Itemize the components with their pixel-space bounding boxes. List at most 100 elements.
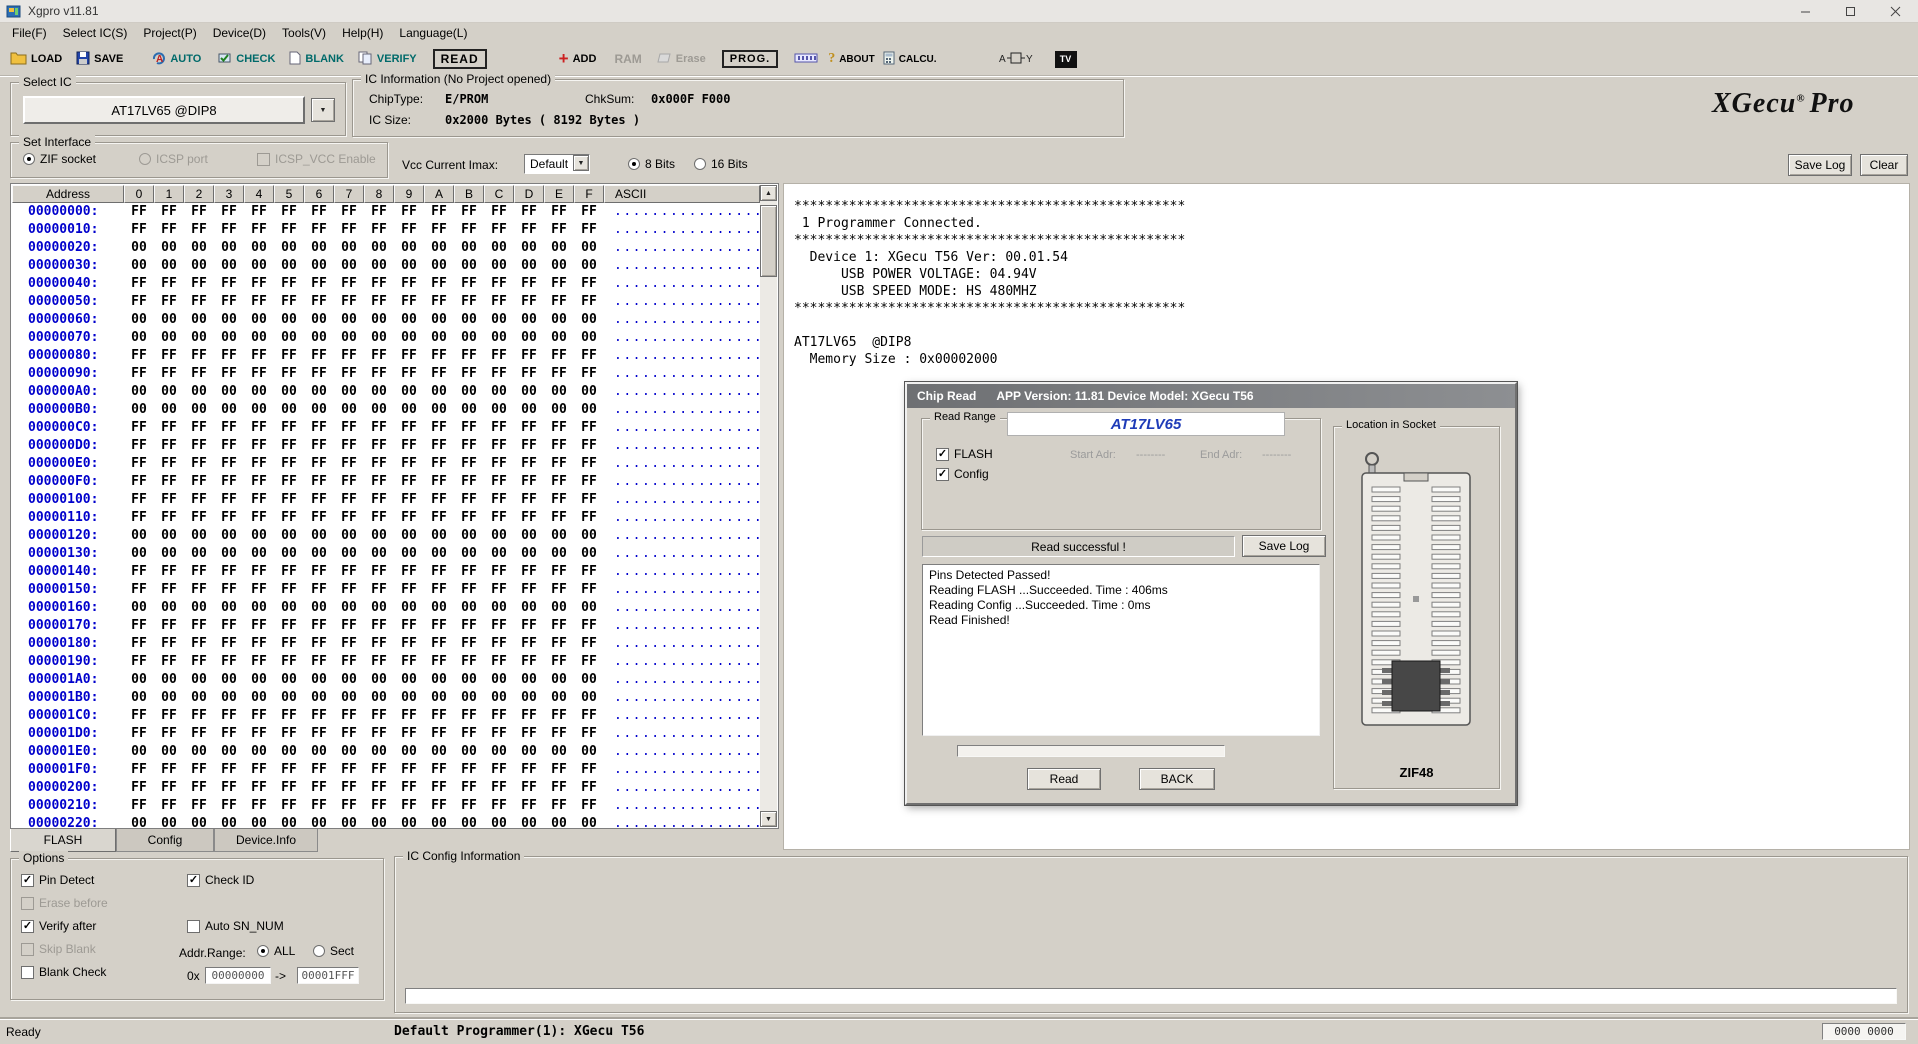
hex-byte-cell[interactable]: 00 [424, 383, 454, 401]
hex-byte-cell[interactable]: FF [454, 707, 484, 725]
hex-byte-cell[interactable]: 00 [484, 311, 514, 329]
hex-byte-cell[interactable]: 00 [364, 671, 394, 689]
hex-byte-cell[interactable]: FF [304, 797, 334, 815]
hex-byte-cell[interactable]: 00 [364, 527, 394, 545]
hex-row[interactable]: 000001B0:0000000000000000000000000000000… [12, 689, 760, 707]
hex-byte-cell[interactable]: 00 [424, 599, 454, 617]
hex-byte-cell[interactable]: FF [394, 437, 424, 455]
pin-header-button[interactable] [794, 50, 818, 68]
hex-byte-cell[interactable]: 00 [304, 527, 334, 545]
hex-byte-cell[interactable]: 00 [154, 239, 184, 257]
hex-row[interactable]: 00000100:FFFFFFFFFFFFFFFFFFFFFFFFFFFFFFF… [12, 491, 760, 509]
8-bits-radio[interactable]: 8 Bits [628, 157, 675, 171]
hex-byte-cell[interactable]: FF [394, 275, 424, 293]
hex-byte-cell[interactable]: FF [484, 473, 514, 491]
hex-byte-cell[interactable]: FF [454, 455, 484, 473]
hex-row[interactable]: 00000150:FFFFFFFFFFFFFFFFFFFFFFFFFFFFFFF… [12, 581, 760, 599]
hex-byte-cell[interactable]: FF [304, 203, 334, 221]
hex-byte-cell[interactable]: FF [154, 653, 184, 671]
hex-byte-cell[interactable]: FF [244, 653, 274, 671]
hex-byte-cell[interactable]: FF [424, 491, 454, 509]
hex-byte-cell[interactable]: FF [394, 779, 424, 797]
vcc-dropdown-arrow-icon[interactable]: ▼ [573, 155, 589, 171]
hex-byte-cell[interactable]: FF [214, 563, 244, 581]
clear-button[interactable]: Clear [1860, 154, 1908, 176]
hex-byte-cell[interactable]: FF [274, 707, 304, 725]
hex-row[interactable]: 00000060:0000000000000000000000000000000… [12, 311, 760, 329]
hex-byte-cell[interactable]: FF [154, 347, 184, 365]
hex-byte-cell[interactable]: FF [214, 509, 244, 527]
hex-byte-cell[interactable]: FF [124, 203, 154, 221]
hex-byte-cell[interactable]: 00 [244, 815, 274, 827]
hex-byte-cell[interactable]: 00 [544, 527, 574, 545]
auto-button[interactable]: A AUTO [151, 51, 201, 68]
hex-byte-cell[interactable]: 00 [214, 545, 244, 563]
hex-byte-cell[interactable]: FF [424, 725, 454, 743]
hex-byte-cell[interactable]: 00 [424, 401, 454, 419]
hex-byte-cell[interactable]: 00 [394, 689, 424, 707]
hex-byte-cell[interactable]: FF [424, 779, 454, 797]
hex-byte-cell[interactable]: FF [184, 473, 214, 491]
hex-byte-cell[interactable]: FF [514, 797, 544, 815]
hex-byte-cell[interactable]: FF [484, 797, 514, 815]
hex-byte-cell[interactable]: 00 [274, 545, 304, 563]
hex-byte-cell[interactable]: FF [574, 275, 604, 293]
hex-byte-cell[interactable]: 00 [334, 239, 364, 257]
hex-byte-cell[interactable]: 00 [514, 671, 544, 689]
hex-byte-cell[interactable]: 00 [124, 311, 154, 329]
hex-row[interactable]: 000000B0:0000000000000000000000000000000… [12, 401, 760, 419]
hex-byte-cell[interactable]: FF [184, 293, 214, 311]
scroll-up-icon[interactable]: ▲ [760, 185, 777, 201]
hex-byte-cell[interactable]: 00 [574, 527, 604, 545]
hex-byte-cell[interactable]: FF [214, 707, 244, 725]
hex-byte-cell[interactable]: FF [124, 455, 154, 473]
hex-row[interactable]: 00000090:FFFFFFFFFFFFFFFFFFFFFFFFFFFFFFF… [12, 365, 760, 383]
hex-byte-cell[interactable]: FF [184, 509, 214, 527]
hex-byte-cell[interactable]: 00 [304, 815, 334, 827]
hex-byte-cell[interactable]: 00 [574, 689, 604, 707]
hex-byte-cell[interactable]: FF [124, 293, 154, 311]
hex-byte-cell[interactable]: FF [274, 725, 304, 743]
hex-byte-cell[interactable]: FF [514, 779, 544, 797]
menu-item[interactable]: File(F) [4, 24, 55, 42]
hex-byte-cell[interactable]: 00 [154, 815, 184, 827]
hex-byte-cell[interactable]: FF [184, 455, 214, 473]
hex-row[interactable]: 00000180:FFFFFFFFFFFFFFFFFFFFFFFFFFFFFFF… [12, 635, 760, 653]
hex-byte-cell[interactable]: 00 [544, 329, 574, 347]
hex-byte-cell[interactable]: 00 [244, 401, 274, 419]
hex-byte-cell[interactable]: FF [544, 797, 574, 815]
hex-byte-cell[interactable]: 00 [484, 527, 514, 545]
hex-byte-cell[interactable]: FF [364, 275, 394, 293]
hex-byte-cell[interactable]: FF [214, 365, 244, 383]
hex-row[interactable]: 000001A0:0000000000000000000000000000000… [12, 671, 760, 689]
hex-byte-cell[interactable]: FF [334, 635, 364, 653]
tab-config[interactable]: Config [116, 829, 214, 852]
hex-byte-cell[interactable]: FF [454, 563, 484, 581]
scroll-down-icon[interactable]: ▼ [760, 811, 777, 827]
hex-row[interactable]: 00000010:FFFFFFFFFFFFFFFFFFFFFFFFFFFFFFF… [12, 221, 760, 239]
hex-byte-cell[interactable]: FF [244, 455, 274, 473]
hex-byte-cell[interactable]: FF [244, 275, 274, 293]
hex-byte-cell[interactable]: FF [124, 563, 154, 581]
hex-byte-cell[interactable]: 00 [394, 329, 424, 347]
hex-byte-cell[interactable]: FF [454, 725, 484, 743]
hex-byte-cell[interactable]: FF [334, 293, 364, 311]
hex-byte-cell[interactable]: FF [334, 797, 364, 815]
hex-byte-cell[interactable]: FF [244, 707, 274, 725]
hex-byte-cell[interactable]: FF [154, 509, 184, 527]
hex-byte-cell[interactable]: 00 [274, 329, 304, 347]
hex-byte-cell[interactable]: 00 [304, 401, 334, 419]
hex-byte-cell[interactable]: FF [184, 797, 214, 815]
hex-byte-cell[interactable]: FF [484, 347, 514, 365]
hex-byte-cell[interactable]: FF [484, 617, 514, 635]
hex-byte-cell[interactable]: 00 [124, 329, 154, 347]
maximize-button[interactable] [1828, 0, 1873, 23]
hex-byte-cell[interactable]: FF [484, 563, 514, 581]
hex-byte-cell[interactable]: FF [124, 653, 154, 671]
hex-byte-cell[interactable]: FF [124, 473, 154, 491]
hex-byte-cell[interactable]: 00 [364, 329, 394, 347]
menu-item[interactable]: Project(P) [135, 24, 204, 42]
hex-row[interactable]: 00000170:FFFFFFFFFFFFFFFFFFFFFFFFFFFFFFF… [12, 617, 760, 635]
hex-byte-cell[interactable]: 00 [124, 599, 154, 617]
hex-byte-cell[interactable]: FF [514, 293, 544, 311]
